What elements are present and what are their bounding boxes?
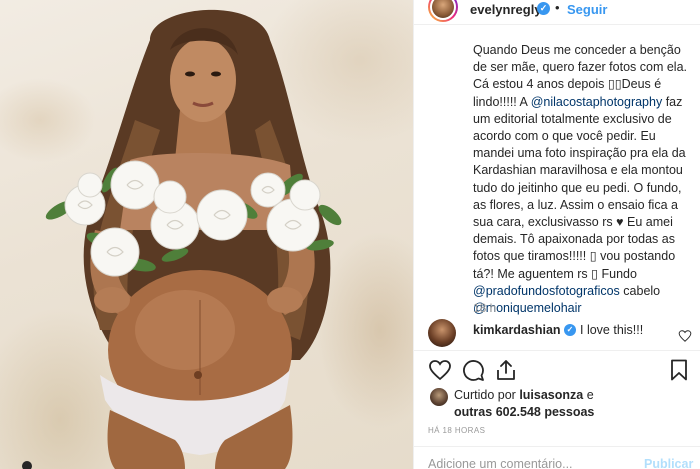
- caption-emoji: ▯: [591, 266, 599, 281]
- post-image[interactable]: [0, 0, 413, 469]
- caption-emoji: ▯: [589, 249, 597, 264]
- caption-text: cabelo: [619, 283, 661, 298]
- follow-button[interactable]: Seguir: [567, 2, 607, 17]
- heart-outline-icon[interactable]: [678, 329, 692, 343]
- bookmark-icon[interactable]: [667, 358, 691, 382]
- post-header: evelynregly ✓ • Seguir: [414, 0, 700, 24]
- comment-input[interactable]: [428, 457, 628, 469]
- others-prefix: outras: [454, 405, 496, 419]
- publish-button[interactable]: Publicar: [644, 457, 693, 469]
- likes-prefix: Curtido por: [454, 388, 520, 402]
- verified-badge-icon: ✓: [564, 324, 576, 336]
- commenter-avatar[interactable]: [428, 319, 456, 347]
- others-suffix: pessoas: [540, 405, 595, 419]
- likes-count: 602.548: [495, 405, 541, 419]
- comment-text: I love this!!!: [580, 323, 644, 337]
- commenter-username[interactable]: kimkardashian: [473, 323, 561, 337]
- avatar[interactable]: [428, 0, 458, 22]
- likes-line-2[interactable]: outras 602.548 pessoas: [454, 405, 594, 419]
- mention-link[interactable]: @nilacostaphotography: [531, 95, 663, 109]
- verified-badge-icon: ✓: [537, 2, 550, 15]
- comments-divider: [414, 350, 700, 351]
- comment-item: kimkardashian ✓ I love this!!!: [428, 317, 698, 347]
- post-side-panel: evelynregly ✓ • Seguir Quando Deus me co…: [413, 0, 700, 469]
- likes-joiner: e: [583, 388, 594, 402]
- comments-scroll-area[interactable]: Quando Deus me conceder a benção de ser …: [414, 25, 700, 350]
- comment-bubble-icon[interactable]: [461, 358, 485, 382]
- caption-text: Fundo: [598, 266, 637, 281]
- liker-username[interactable]: luisasonza: [519, 388, 583, 402]
- media-dot-icon: [22, 461, 32, 469]
- caption-emoji: ▯▯: [607, 77, 622, 92]
- action-bar: [414, 352, 700, 386]
- post-photo-illustration: [45, 9, 342, 469]
- post-timestamp[interactable]: HÁ 18 HORAS: [428, 426, 485, 435]
- heart-emoji: ♥: [616, 215, 624, 230]
- post-caption: Quando Deus me conceder a benção de ser …: [473, 42, 691, 317]
- mention-link[interactable]: @pradofundosfotograficos: [473, 284, 620, 298]
- input-divider: [414, 446, 700, 447]
- header-separator: •: [555, 0, 560, 15]
- share-icon[interactable]: [494, 358, 518, 382]
- heart-outline-icon[interactable]: [428, 358, 452, 382]
- caption-text: faz um editorial totalmente exclusivo de…: [473, 94, 686, 230]
- likes-summary: Curtido por luisasonza e outras 602.548 …: [428, 386, 698, 420]
- likes-line-1: Curtido por luisasonza e: [454, 388, 594, 402]
- liker-avatar[interactable]: [430, 388, 448, 406]
- caption-timestamp[interactable]: 18 h: [473, 301, 496, 315]
- post-author-username[interactable]: evelynregly: [470, 2, 542, 17]
